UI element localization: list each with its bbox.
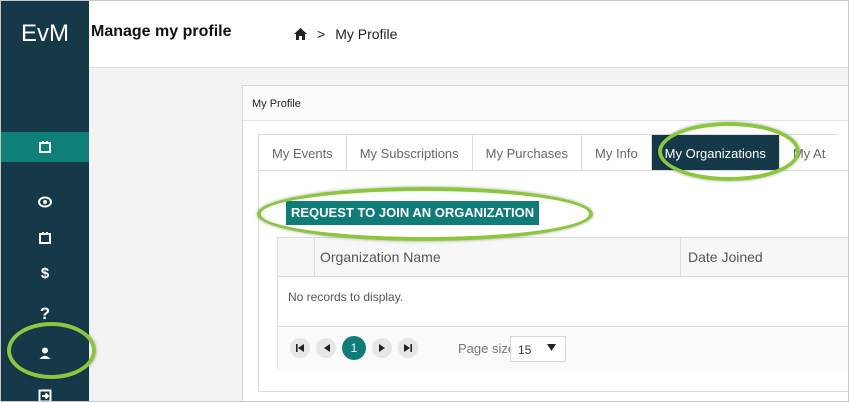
expand-column-header bbox=[278, 238, 315, 276]
column-divider bbox=[680, 238, 681, 276]
tab-my-attendance[interactable]: My At bbox=[778, 134, 839, 171]
column-header-date-joined[interactable]: Date Joined bbox=[688, 249, 763, 265]
first-page-icon bbox=[296, 344, 304, 352]
organizations-grid: Organization Name Date Joined No records… bbox=[277, 237, 848, 369]
empty-message: No records to display. bbox=[288, 290, 404, 304]
calendar-icon bbox=[39, 232, 51, 244]
sidebar-item-logout[interactable] bbox=[1, 381, 89, 401]
logout-icon bbox=[38, 389, 52, 401]
page-size-select[interactable]: 15 bbox=[510, 336, 566, 362]
sidebar-item-view[interactable] bbox=[1, 187, 89, 217]
sidebar-item-help[interactable]: ? bbox=[1, 299, 89, 329]
sidebar-item-profile[interactable] bbox=[1, 338, 89, 368]
page-size-value: 15 bbox=[518, 343, 532, 357]
last-page-icon bbox=[404, 344, 412, 352]
breadcrumb: > My Profile bbox=[294, 26, 397, 42]
card-title: My Profile bbox=[243, 86, 848, 121]
first-page-button[interactable] bbox=[290, 338, 310, 358]
breadcrumb-separator: > bbox=[317, 26, 326, 42]
last-page-button[interactable] bbox=[398, 338, 418, 358]
request-join-organization-button[interactable]: REQUEST TO JOIN AN ORGANIZATION bbox=[286, 201, 540, 225]
previous-page-button[interactable] bbox=[316, 338, 336, 358]
next-page-icon bbox=[378, 344, 385, 352]
tab-my-subscriptions[interactable]: My Subscriptions bbox=[345, 134, 472, 171]
app-window: EvM $ ? Manage my profile > My Profile M… bbox=[0, 0, 849, 402]
sidebar: EvM $ ? bbox=[1, 1, 89, 401]
dollar-icon: $ bbox=[40, 264, 50, 282]
sidebar-item-events[interactable] bbox=[1, 132, 89, 162]
question-icon: ? bbox=[39, 304, 51, 323]
profile-card: My Profile My Events My Subscriptions My… bbox=[242, 85, 848, 401]
tab-my-events[interactable]: My Events bbox=[258, 134, 346, 171]
tab-my-purchases[interactable]: My Purchases bbox=[471, 134, 582, 171]
home-icon[interactable] bbox=[294, 28, 307, 40]
user-icon bbox=[39, 347, 51, 359]
grid-header: Organization Name Date Joined bbox=[278, 238, 848, 277]
eye-icon bbox=[38, 196, 52, 208]
profile-tabs: My Events My Subscriptions My Purchases … bbox=[258, 134, 839, 171]
column-header-organization-name[interactable]: Organization Name bbox=[320, 249, 441, 265]
next-page-button[interactable] bbox=[372, 338, 392, 358]
top-bar: Manage my profile > My Profile bbox=[89, 1, 848, 68]
chevron-down-icon bbox=[547, 344, 556, 351]
tab-my-info[interactable]: My Info bbox=[581, 134, 651, 171]
breadcrumb-current: My Profile bbox=[335, 26, 398, 42]
previous-page-icon bbox=[323, 344, 330, 352]
grid-pager: 1 Page size: 15 bbox=[278, 326, 848, 369]
sidebar-item-calendar[interactable] bbox=[1, 223, 89, 253]
app-logo[interactable]: EvM bbox=[1, 1, 89, 67]
tab-my-organizations[interactable]: My Organizations bbox=[650, 134, 779, 171]
sidebar-item-payments[interactable]: $ bbox=[1, 258, 89, 288]
calendar-icon bbox=[39, 141, 51, 153]
organizations-pane: REQUEST TO JOIN AN ORGANIZATION Organiza… bbox=[258, 170, 848, 392]
current-page-button[interactable]: 1 bbox=[342, 336, 366, 360]
page-title: Manage my profile bbox=[91, 23, 232, 40]
